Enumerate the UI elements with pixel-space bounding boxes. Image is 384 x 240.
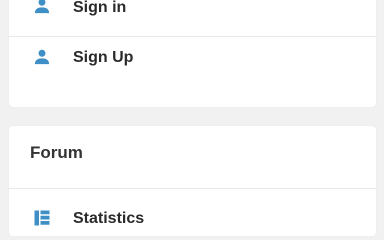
statistics-icon: [34, 210, 50, 226]
statistics-label: Statistics: [73, 210, 145, 227]
sign-in-item[interactable]: Sign in: [9, 0, 376, 36]
forum-card: Forum Statistics: [9, 126, 376, 236]
sign-up-label: Sign Up: [73, 49, 134, 66]
sign-in-label: Sign in: [73, 0, 127, 16]
forum-section-title: Forum: [30, 143, 83, 162]
user-icon: [34, 49, 50, 65]
auth-menu-card: Sign in Sign Up: [9, 0, 376, 107]
user-icon: [34, 0, 50, 14]
statistics-item[interactable]: Statistics: [9, 189, 376, 239]
sign-up-item[interactable]: Sign Up: [9, 37, 376, 99]
